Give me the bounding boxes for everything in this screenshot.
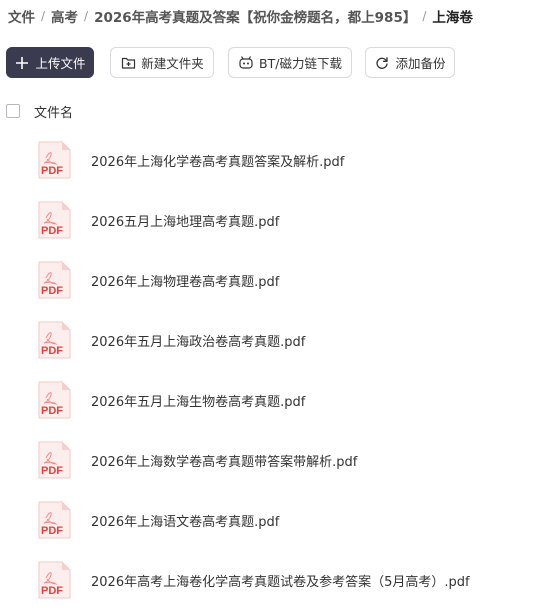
pdf-file-icon: PDF [38,561,71,599]
breadcrumb-item-2026[interactable]: 2026年高考真题及答案【祝你金榜题名，都上985】 [94,6,416,26]
refresh-icon [374,55,390,71]
bt-robot-icon [238,55,254,71]
upload-button[interactable]: 上传文件 [6,47,94,78]
list-item[interactable]: PDF 2026年上海语文卷高考真题.pdf [0,490,544,550]
breadcrumb-item-files[interactable]: 文件 [8,6,35,26]
folder-plus-icon [120,55,136,71]
bt-download-button[interactable]: BT/磁力链下载 [228,47,352,78]
file-name[interactable]: 2026年上海物理卷高考真题.pdf [91,271,279,290]
list-item[interactable]: PDF 2026年五月上海生物卷高考真题.pdf [0,370,544,430]
file-name[interactable]: 2026年上海化学卷高考真题答案及解析.pdf [91,151,344,170]
pdf-type-label: PDF [41,405,63,417]
list-item[interactable]: PDF 2026五月上海地理高考真题.pdf [0,190,544,250]
pdf-file-icon: PDF [38,261,71,299]
new-folder-button[interactable]: 新建文件夹 [110,47,214,78]
pdf-file-icon: PDF [38,441,71,479]
list-item[interactable]: PDF 2026年上海数学卷高考真题带答案带解析.pdf [0,430,544,490]
list-item[interactable]: PDF 2026年上海化学卷高考真题答案及解析.pdf [0,130,544,190]
pdf-type-label: PDF [41,585,63,597]
breadcrumb-separator: / [422,9,427,23]
plus-icon [14,55,30,71]
add-backup-button[interactable]: 添加备份 [365,47,455,78]
pdf-type-label: PDF [41,285,63,297]
file-name[interactable]: 2026年高考上海卷化学高考真题试卷及参考答案（5月高考）.pdf [91,571,470,590]
breadcrumb: 文件 / 高考 / 2026年高考真题及答案【祝你金榜题名，都上985】 / 上… [8,6,473,26]
pdf-type-label: PDF [41,345,63,357]
breadcrumb-item-current: 上海卷 [432,10,473,26]
breadcrumb-separator: / [84,9,89,23]
new-folder-button-label: 新建文件夹 [141,56,204,71]
file-name[interactable]: 2026年上海数学卷高考真题带答案带解析.pdf [91,451,357,470]
bt-download-button-label: BT/磁力链下载 [259,56,342,71]
pdf-type-label: PDF [41,165,63,177]
list-item[interactable]: PDF 2026年高考上海卷化学高考真题试卷及参考答案（5月高考）.pdf [0,550,544,610]
table-header: 文件名 [6,101,73,121]
breadcrumb-item-gaokao[interactable]: 高考 [51,6,78,26]
file-name[interactable]: 2026年五月上海生物卷高考真题.pdf [91,391,305,410]
column-header-name[interactable]: 文件名 [34,102,73,121]
pdf-type-label: PDF [41,225,63,237]
pdf-file-icon: PDF [38,321,71,359]
pdf-type-label: PDF [41,465,63,477]
pdf-type-label: PDF [41,525,63,537]
list-item[interactable]: PDF 2026年五月上海政治卷高考真题.pdf [0,310,544,370]
add-backup-button-label: 添加备份 [395,56,446,71]
upload-button-label: 上传文件 [35,56,86,71]
pdf-file-icon: PDF [38,201,71,239]
breadcrumb-separator: / [41,9,46,23]
file-name[interactable]: 2026年五月上海政治卷高考真题.pdf [91,331,305,350]
select-all-checkbox[interactable] [6,104,20,118]
file-name[interactable]: 2026年上海语文卷高考真题.pdf [91,511,279,530]
file-name[interactable]: 2026五月上海地理高考真题.pdf [91,211,279,230]
list-item[interactable]: PDF 2026年上海物理卷高考真题.pdf [0,250,544,310]
pdf-file-icon: PDF [38,501,71,539]
pdf-file-icon: PDF [38,141,71,179]
pdf-file-icon: PDF [38,381,71,419]
